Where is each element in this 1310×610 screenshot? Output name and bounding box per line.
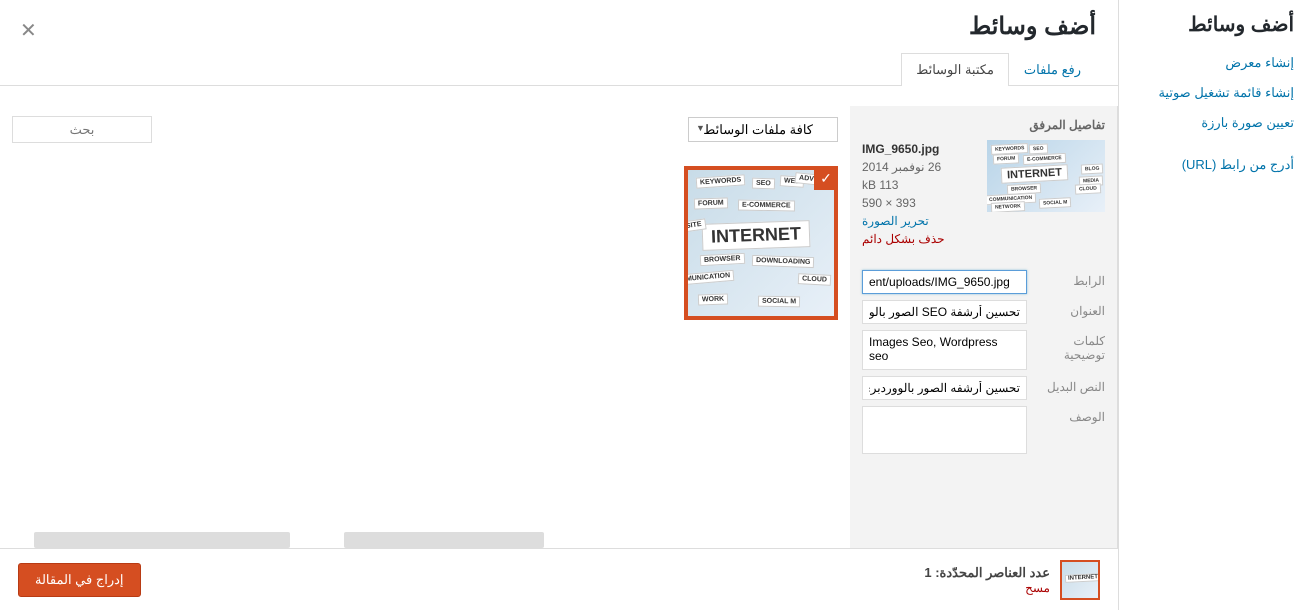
sidebar-link-featured-image[interactable]: تعيين صورة بارزة: [1135, 115, 1294, 131]
main-area: أضف وسائط رفع ملفات مكتبة الوسائط كافة م…: [0, 0, 1118, 610]
insert-button[interactable]: إدراج في المقالة: [18, 563, 141, 597]
tag: CLOUD: [1075, 183, 1101, 194]
input-title[interactable]: [862, 300, 1027, 324]
tag: MUNICATION: [684, 270, 735, 286]
check-icon: ✓: [814, 166, 838, 190]
library-scrollbar[interactable]: [344, 532, 544, 548]
tag: E-COMMERCE: [1023, 153, 1066, 165]
field-caption-row: كلمات توضيحية Images Seo, Wordpress seo: [862, 330, 1105, 370]
field-desc-row: الوصف: [862, 406, 1105, 454]
tag: BROWSER: [700, 253, 745, 266]
tag: SOCIAL M: [758, 296, 800, 308]
tab-media-library[interactable]: مكتبة الوسائط: [901, 53, 1009, 86]
media-sidebar: أضف وسائط إنشاء معرض إنشاء قائمة تشغيل ص…: [1118, 0, 1310, 610]
footer-selection: INTERNET عدد العناصر المحدّدة: 1 مسح: [924, 560, 1100, 600]
tag: E-COMMERCE: [738, 200, 795, 212]
media-filter-select[interactable]: كافة ملفات الوسائط: [688, 117, 838, 142]
tag: INTERNET: [1065, 573, 1100, 583]
attachment-filename: IMG_9650.jpg: [862, 140, 979, 158]
attachment-top: KEYWORDS SEO FORUM E-COMMERCE INTERNET B…: [862, 140, 1105, 248]
tag: DOWNLOADING: [752, 255, 815, 268]
main-title: أضف وسائط: [22, 12, 1096, 41]
tag: SOCIAL M: [1039, 197, 1072, 209]
label-desc: الوصف: [1033, 406, 1105, 424]
tag: WORK: [698, 293, 729, 305]
tag: KEYWORDS: [696, 174, 746, 188]
footer-selected-thumb[interactable]: INTERNET: [1060, 560, 1100, 600]
tab-upload[interactable]: رفع ملفات: [1009, 53, 1096, 86]
label-caption: كلمات توضيحية: [1033, 330, 1105, 362]
sidebar-link-insert-url[interactable]: أدرج من رابط (URL): [1135, 157, 1294, 173]
tag-internet: INTERNET: [702, 220, 811, 251]
label-alt: النص البديل: [1033, 376, 1105, 394]
field-alt-row: النص البديل: [862, 376, 1105, 400]
input-url[interactable]: [862, 270, 1027, 294]
search-input[interactable]: [12, 116, 152, 143]
selected-count: عدد العناصر المحدّدة: 1: [924, 565, 1050, 581]
tag: INTERNET: [1001, 164, 1069, 183]
field-url-row: الرابط: [862, 270, 1105, 294]
sidebar-link-audio-playlist[interactable]: إنشاء قائمة تشغيل صوتية: [1135, 85, 1294, 101]
attachment-details-header: تفاصيل المرفق: [862, 118, 1105, 132]
tabs: رفع ملفات مكتبة الوسائط: [0, 53, 1118, 86]
footer-bar: INTERNET عدد العناصر المحدّدة: 1 مسح إدر…: [0, 548, 1118, 610]
delete-permanently-link[interactable]: حذف بشكل دائم: [862, 232, 945, 246]
clear-selection-link[interactable]: مسح: [924, 581, 1050, 595]
attachment-thumbnail: KEYWORDS SEO FORUM E-COMMERCE INTERNET B…: [987, 140, 1105, 212]
attachment-size: kB 113: [862, 176, 979, 194]
attachment-dimensions: 393 × 590: [862, 194, 979, 212]
thumbnails-area[interactable]: ✓ KEYWORDS SEO WEB ADVERT FORUM E-COMMER…: [0, 154, 850, 548]
attachment-meta: IMG_9650.jpg 26 نوفمبر 2014 kB 113 393 ×…: [862, 140, 979, 248]
tag: NETWORK: [991, 201, 1025, 212]
tag: CLOUD: [798, 273, 831, 286]
tag: FORUM: [993, 153, 1020, 164]
sidebar-title: أضف وسائط: [1135, 12, 1294, 37]
tag: BLOG: [1080, 163, 1103, 174]
panel-scrollbar[interactable]: [34, 532, 290, 548]
label-url: الرابط: [1033, 270, 1105, 288]
label-title: العنوان: [1033, 300, 1105, 318]
attachment-details-panel: تفاصيل المرفق KEYWORDS SEO FORUM E-COMME…: [850, 106, 1118, 548]
main-header: أضف وسائط: [0, 0, 1118, 41]
field-title-row: العنوان: [862, 300, 1105, 324]
tag: SEO: [752, 178, 775, 190]
edit-image-link[interactable]: تحرير الصورة: [862, 214, 929, 228]
close-icon[interactable]: ✕: [20, 18, 37, 43]
sidebar-link-gallery[interactable]: إنشاء معرض: [1135, 55, 1294, 71]
content-row: كافة ملفات الوسائط ✓ KEYWORDS SEO WEB AD…: [0, 106, 1118, 548]
media-thumbnail-selected[interactable]: ✓ KEYWORDS SEO WEB ADVERT FORUM E-COMMER…: [684, 166, 838, 320]
attachment-date: 26 نوفمبر 2014: [862, 158, 979, 176]
input-desc[interactable]: [862, 406, 1027, 454]
tag: SEO: [1029, 144, 1048, 155]
media-filter-wrap: كافة ملفات الوسائط: [688, 117, 838, 142]
input-caption[interactable]: Images Seo, Wordpress seo: [862, 330, 1027, 370]
library-toolbar: كافة ملفات الوسائط: [0, 106, 850, 153]
media-library-area: كافة ملفات الوسائط ✓ KEYWORDS SEO WEB AD…: [0, 106, 850, 548]
input-alt[interactable]: [862, 376, 1027, 400]
tag: FORUM: [694, 197, 728, 209]
